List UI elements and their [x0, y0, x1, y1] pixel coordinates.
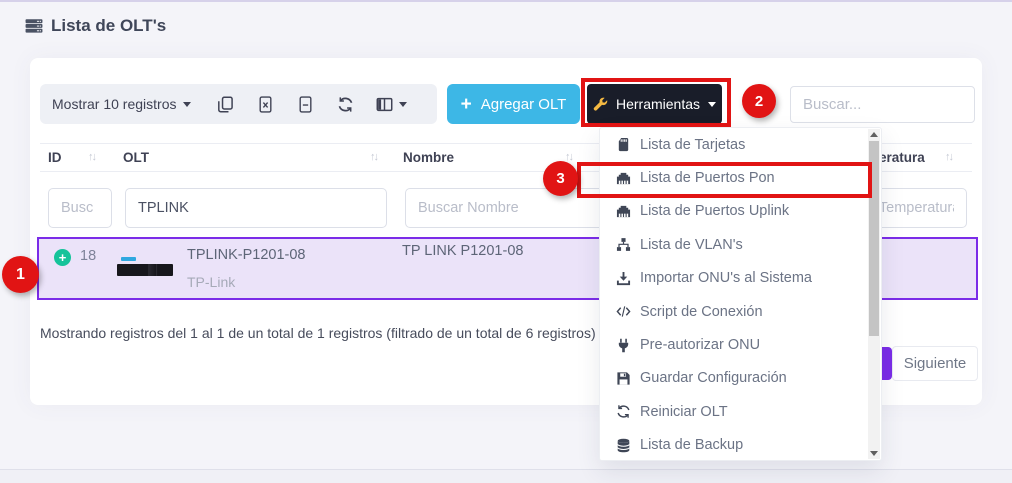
page-title-text: Lista de OLT's [51, 16, 166, 36]
reload-table-button[interactable] [325, 86, 365, 122]
menu-item-lista-de-tarjetas[interactable]: Lista de Tarjetas [600, 128, 881, 161]
refresh-icon [616, 404, 631, 419]
wrench-icon [593, 97, 608, 112]
menu-item-label: Lista de VLAN's [640, 237, 743, 253]
menu-item-reiniciar-olt[interactable]: Reiniciar OLT [600, 395, 881, 428]
cell-nombre: TP LINK P1201-08 [402, 243, 523, 259]
menu-item-lista-de-vlans[interactable]: Lista de VLAN's [600, 228, 881, 261]
ethernet-icon [616, 171, 631, 186]
sort-icon[interactable]: ↑↓ [88, 151, 95, 163]
show-entries-label: Mostrar 10 registros [52, 96, 176, 112]
chevron-down-icon [183, 102, 191, 107]
show-entries-dropdown[interactable]: Mostrar 10 registros [52, 96, 191, 112]
menu-item-label: Guardar Configuración [640, 370, 787, 386]
sort-icon[interactable]: ↑↓ [370, 151, 377, 163]
menu-item-label: Lista de Puertos Pon [640, 170, 775, 186]
plus-icon: + [461, 95, 472, 114]
code-icon [616, 304, 631, 319]
columns-icon [376, 96, 393, 113]
menu-item-lista-de-puertos-uplink[interactable]: Lista de Puertos Uplink [600, 195, 881, 228]
menu-item-lista-de-backup[interactable]: Lista de Backup [600, 429, 881, 462]
download-icon [616, 271, 631, 286]
menu-item-label: Lista de Puertos Uplink [640, 203, 789, 219]
pagination-next-button[interactable]: Siguiente [892, 346, 978, 381]
excel-export-button[interactable] [245, 86, 285, 122]
search-input[interactable] [790, 86, 975, 123]
save-icon [616, 371, 631, 386]
file-icon [297, 96, 314, 113]
column-header-olt[interactable]: OLT [123, 150, 149, 165]
menu-item-importar-onus[interactable]: Importar ONU's al Sistema [600, 262, 881, 295]
menu-item-label: Lista de Backup [640, 437, 743, 453]
menu-item-label: Script de Conexión [640, 304, 763, 320]
copy-button[interactable] [205, 86, 245, 122]
add-olt-button[interactable]: + Agregar OLT [447, 84, 580, 124]
menu-item-label: Importar ONU's al Sistema [640, 270, 812, 286]
table-toolbar: Mostrar 10 registros [40, 84, 437, 124]
menu-item-script-de-conexion[interactable]: Script de Conexión [600, 295, 881, 328]
ethernet-icon [616, 204, 631, 219]
page-title: Lista de OLT's [25, 16, 166, 36]
tplink-logo [121, 257, 136, 261]
dropdown-scrollbar[interactable] [868, 129, 880, 459]
plug-icon [616, 338, 631, 353]
device-chassis [117, 264, 173, 276]
menu-item-label: Pre-autorizar ONU [640, 337, 760, 353]
chevron-down-icon [399, 102, 407, 107]
copy-icon [217, 96, 234, 113]
server-icon [25, 17, 43, 35]
cell-id: 18 [80, 248, 96, 264]
tools-dropdown-menu: Lista de Tarjetas Lista de Puertos Pon L… [599, 127, 882, 461]
cell-olt-brand: TP-Link [187, 274, 235, 290]
column-header-id[interactable]: ID [48, 150, 62, 165]
menu-item-lista-de-puertos-pon[interactable]: Lista de Puertos Pon [600, 161, 881, 194]
menu-item-pre-autorizar-onu[interactable]: Pre-autorizar ONU [600, 328, 881, 361]
database-icon [616, 438, 631, 453]
filter-id-input[interactable] [48, 188, 112, 228]
refresh-icon [337, 96, 354, 113]
scrollbar-thumb[interactable] [869, 141, 879, 336]
export-buttons [205, 86, 417, 122]
file-export-button[interactable] [285, 86, 325, 122]
table-info-text: Mostrando registros del 1 al 1 de un tot… [40, 325, 596, 341]
page-footer-strip [0, 469, 1012, 483]
filter-olt-input[interactable] [125, 188, 387, 228]
menu-item-label: Reiniciar OLT [640, 404, 728, 420]
add-olt-label: Agregar OLT [481, 96, 567, 113]
chevron-down-icon [708, 102, 716, 107]
scroll-up-arrow-icon[interactable] [868, 129, 880, 140]
olt-device-image [117, 253, 175, 287]
network-icon [616, 237, 631, 252]
olt-list-page: Lista de OLT's Mostrar 10 registros + [0, 0, 1012, 483]
cell-olt-name: TPLINK-P1201-08 [187, 247, 305, 263]
expand-row-button[interactable]: + [54, 249, 71, 266]
scroll-down-arrow-icon[interactable] [868, 448, 880, 459]
sort-icon[interactable]: ↑↓ [565, 151, 572, 163]
excel-icon [257, 96, 274, 113]
menu-item-label: Lista de Tarjetas [640, 137, 745, 153]
sd-card-icon [616, 137, 631, 152]
tools-dropdown-button[interactable]: Herramientas [587, 84, 722, 124]
page-top-border [0, 0, 1012, 2]
column-visibility-button[interactable] [365, 86, 417, 122]
column-header-nombre[interactable]: Nombre [403, 150, 454, 165]
sort-icon[interactable]: ↑↓ [945, 151, 952, 163]
menu-item-guardar-configuracion[interactable]: Guardar Configuración [600, 362, 881, 395]
tools-label: Herramientas [616, 96, 700, 112]
